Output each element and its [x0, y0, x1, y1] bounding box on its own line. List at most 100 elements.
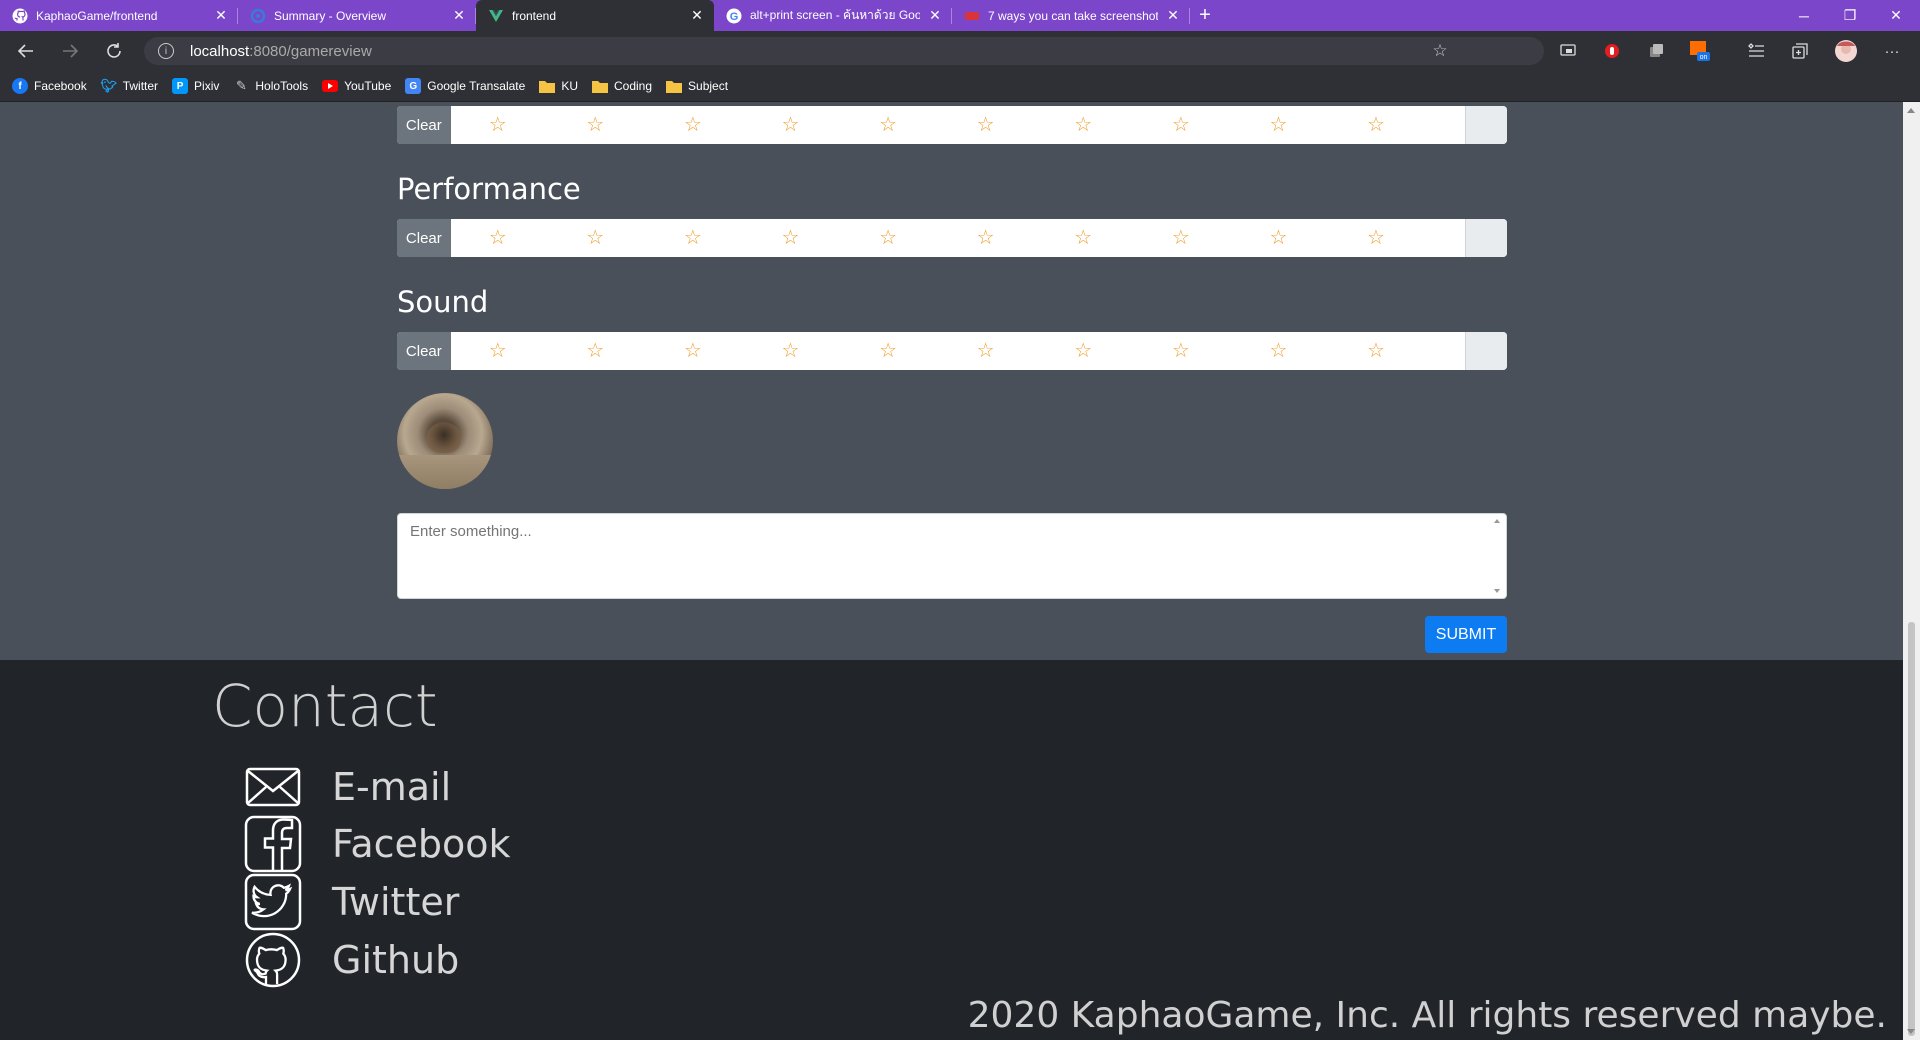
- bookmark-folder-subject[interactable]: Subject: [666, 78, 728, 94]
- star-icon[interactable]: ☆: [1074, 332, 1172, 370]
- star-icon[interactable]: ☆: [684, 332, 782, 370]
- bookmark-google-translate[interactable]: G Google Transalate: [405, 78, 525, 94]
- submit-button[interactable]: SUBMIT: [1425, 616, 1507, 653]
- rating-row-performance: Clear ☆ ☆ ☆ ☆ ☆ ☆ ☆ ☆ ☆ ☆: [397, 219, 1507, 257]
- close-icon[interactable]: ✕: [690, 8, 704, 22]
- category-title-sound: Sound: [397, 285, 489, 319]
- tab-3[interactable]: G alt+print screen - ค้นหาด้วย Goog ✕: [714, 0, 952, 31]
- tab-title: frontend: [512, 8, 557, 23]
- star-icon[interactable]: ☆: [586, 219, 684, 257]
- tab-1[interactable]: Summary - Overview ✕: [238, 0, 476, 31]
- tab-0[interactable]: KaphaoGame/frontend ✕: [0, 0, 238, 31]
- more-menu-button[interactable]: ···: [1880, 39, 1904, 63]
- scroll-down-arrow-icon[interactable]: [1907, 1029, 1915, 1034]
- contact-twitter[interactable]: Twitter: [244, 873, 459, 931]
- clear-rating-button[interactable]: Clear: [397, 219, 451, 257]
- review-section: Clear ☆ ☆ ☆ ☆ ☆ ☆ ☆ ☆ ☆ ☆ Performance Clear ☆ ☆ ☆ ☆ ☆…: [0, 102, 1903, 660]
- star-rating: ☆ ☆ ☆ ☆ ☆ ☆ ☆ ☆ ☆ ☆: [451, 106, 1465, 144]
- star-icon[interactable]: ☆: [977, 219, 1075, 257]
- bookmark-holotools[interactable]: ✎ HoloTools: [233, 78, 308, 94]
- textarea-scrollbar[interactable]: [1490, 515, 1505, 597]
- tab-2[interactable]: frontend ✕: [476, 0, 714, 31]
- star-icon[interactable]: ☆: [1367, 106, 1465, 144]
- rating-value-box: [1464, 332, 1507, 370]
- star-rating: ☆ ☆ ☆ ☆ ☆ ☆ ☆ ☆ ☆ ☆: [451, 332, 1465, 370]
- star-icon[interactable]: ☆: [1269, 332, 1367, 370]
- collections-icon[interactable]: [1788, 39, 1812, 63]
- bookmark-twitter[interactable]: 🐦︎ Twitter: [100, 78, 158, 94]
- star-icon[interactable]: ☆: [781, 332, 879, 370]
- refresh-button[interactable]: [96, 35, 132, 67]
- url-path: :8080/gamereview: [249, 42, 372, 60]
- contact-email[interactable]: E-mail: [244, 758, 451, 816]
- star-icon[interactable]: ☆: [879, 106, 977, 144]
- star-icon[interactable]: ☆: [977, 332, 1075, 370]
- star-icon[interactable]: ☆: [1367, 219, 1465, 257]
- star-icon[interactable]: ☆: [879, 332, 977, 370]
- page-scrollbar[interactable]: [1903, 102, 1920, 1040]
- star-icon[interactable]: ☆: [684, 219, 782, 257]
- favorite-star-icon[interactable]: ☆: [1432, 32, 1530, 70]
- star-icon[interactable]: ☆: [586, 332, 684, 370]
- bookmark-pixiv[interactable]: P Pixiv: [172, 78, 219, 94]
- scroll-down-arrow-icon: [1494, 589, 1500, 593]
- star-icon[interactable]: ☆: [586, 106, 684, 144]
- contact-facebook[interactable]: Facebook: [244, 815, 511, 873]
- star-icon[interactable]: ☆: [1074, 106, 1172, 144]
- site-icon: [964, 8, 980, 24]
- star-icon[interactable]: ☆: [489, 106, 587, 144]
- star-icon[interactable]: ☆: [879, 219, 977, 257]
- comment-textarea[interactable]: [397, 513, 1507, 599]
- facebook-icon: f: [12, 78, 28, 94]
- footer: Contact E-mail Facebook Twitter Github 2…: [0, 660, 1903, 1040]
- back-button[interactable]: [8, 35, 44, 67]
- close-icon[interactable]: ✕: [1166, 8, 1180, 22]
- star-icon[interactable]: ☆: [781, 106, 879, 144]
- bookmark-folder-coding[interactable]: Coding: [591, 78, 652, 94]
- star-icon[interactable]: ☆: [1269, 106, 1367, 144]
- bookmark-facebook[interactable]: f Facebook: [12, 78, 87, 94]
- star-icon[interactable]: ☆: [489, 219, 587, 257]
- star-icon[interactable]: ☆: [977, 106, 1075, 144]
- forward-arrow-icon: [63, 44, 79, 58]
- profile-avatar[interactable]: [1834, 39, 1858, 63]
- close-icon[interactable]: ✕: [928, 8, 942, 22]
- close-icon[interactable]: ✕: [452, 8, 466, 22]
- category-title-performance: Performance: [397, 172, 581, 206]
- star-icon[interactable]: ☆: [1269, 219, 1367, 257]
- new-tab-button[interactable]: +: [1190, 0, 1220, 31]
- scroll-up-arrow-icon[interactable]: [1907, 108, 1915, 113]
- tab-4[interactable]: 7 ways you can take screenshots ✕: [952, 0, 1190, 31]
- forward-button[interactable]: [52, 35, 88, 67]
- address-bar[interactable]: i localhost:8080/gamereview ☆: [144, 37, 1544, 65]
- contact-github[interactable]: Github: [244, 931, 459, 989]
- github-icon: [244, 931, 302, 989]
- star-icon[interactable]: ☆: [781, 219, 879, 257]
- star-icon[interactable]: ☆: [1172, 332, 1270, 370]
- rating-row-sound: Clear ☆ ☆ ☆ ☆ ☆ ☆ ☆ ☆ ☆ ☆: [397, 332, 1507, 370]
- star-icon[interactable]: ☆: [1074, 219, 1172, 257]
- avatar-ground: [397, 455, 493, 489]
- info-icon[interactable]: i: [158, 43, 174, 59]
- extension-orange-icon[interactable]: on: [1688, 39, 1712, 63]
- extension-red-icon[interactable]: [1600, 39, 1624, 63]
- screen-cast-icon[interactable]: [1556, 39, 1580, 63]
- rating-row-0: Clear ☆ ☆ ☆ ☆ ☆ ☆ ☆ ☆ ☆ ☆: [397, 106, 1507, 144]
- star-icon[interactable]: ☆: [1367, 332, 1465, 370]
- star-icon[interactable]: ☆: [489, 332, 587, 370]
- star-icon[interactable]: ☆: [1172, 106, 1270, 144]
- bookmark-folder-ku[interactable]: KU: [539, 78, 578, 94]
- star-icon[interactable]: ☆: [1172, 219, 1270, 257]
- reading-list-icon[interactable]: [1744, 39, 1768, 63]
- extension-gray-icon[interactable]: [1644, 39, 1668, 63]
- minimize-button[interactable]: ─: [1781, 0, 1827, 31]
- restore-button[interactable]: ❐: [1827, 0, 1873, 31]
- star-icon[interactable]: ☆: [684, 106, 782, 144]
- scrollbar-thumb[interactable]: [1908, 622, 1915, 1036]
- clear-rating-button[interactable]: Clear: [397, 332, 451, 370]
- bookmark-label: YouTube: [344, 79, 392, 93]
- bookmark-youtube[interactable]: YouTube: [322, 78, 391, 94]
- clear-rating-button[interactable]: Clear: [397, 106, 451, 144]
- window-close-button[interactable]: ✕: [1873, 0, 1919, 31]
- close-icon[interactable]: ✕: [214, 8, 228, 22]
